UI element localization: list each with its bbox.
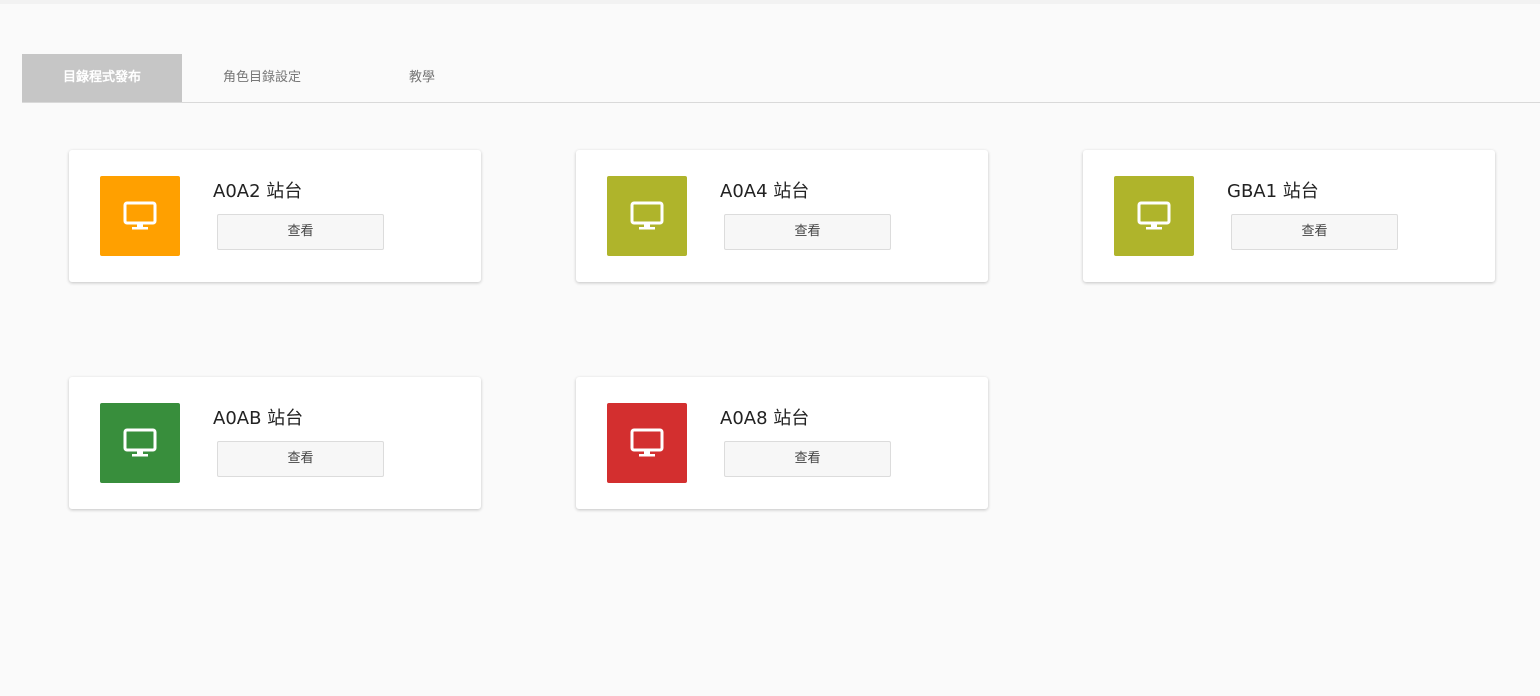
view-button[interactable]: 查看 — [217, 214, 384, 250]
tab-role-catalog-settings[interactable]: 角色目錄設定 — [182, 54, 342, 102]
station-card: GBA1 站台 查看 — [1083, 150, 1495, 282]
tab-bar: 目錄程式發布 角色目錄設定 教學 — [22, 54, 1540, 103]
station-title: GBA1 站台 — [1227, 181, 1319, 202]
station-icon-tile — [100, 176, 180, 256]
station-icon-tile — [100, 403, 180, 483]
monitor-icon — [630, 201, 664, 230]
monitor-icon — [123, 201, 157, 230]
view-button[interactable]: 查看 — [1231, 214, 1398, 250]
monitor-icon — [1137, 201, 1171, 230]
view-button[interactable]: 查看 — [724, 441, 891, 477]
station-card: A0A2 站台 查看 — [69, 150, 481, 282]
station-icon-tile — [607, 403, 687, 483]
monitor-icon — [123, 428, 157, 457]
station-title: A0A2 站台 — [213, 181, 303, 202]
station-card: A0AB 站台 查看 — [69, 377, 481, 509]
view-button[interactable]: 查看 — [724, 214, 891, 250]
tab-catalog-publish[interactable]: 目錄程式發布 — [22, 54, 182, 102]
station-icon-tile — [607, 176, 687, 256]
station-title: A0A8 站台 — [720, 408, 810, 429]
station-title: A0A4 站台 — [720, 181, 810, 202]
monitor-icon — [630, 428, 664, 457]
station-title: A0AB 站台 — [213, 408, 304, 429]
tab-tutorial[interactable]: 教學 — [342, 54, 502, 102]
station-icon-tile — [1114, 176, 1194, 256]
top-border — [0, 0, 1540, 4]
station-card: A0A8 站台 查看 — [576, 377, 988, 509]
station-card: A0A4 站台 查看 — [576, 150, 988, 282]
view-button[interactable]: 查看 — [217, 441, 384, 477]
